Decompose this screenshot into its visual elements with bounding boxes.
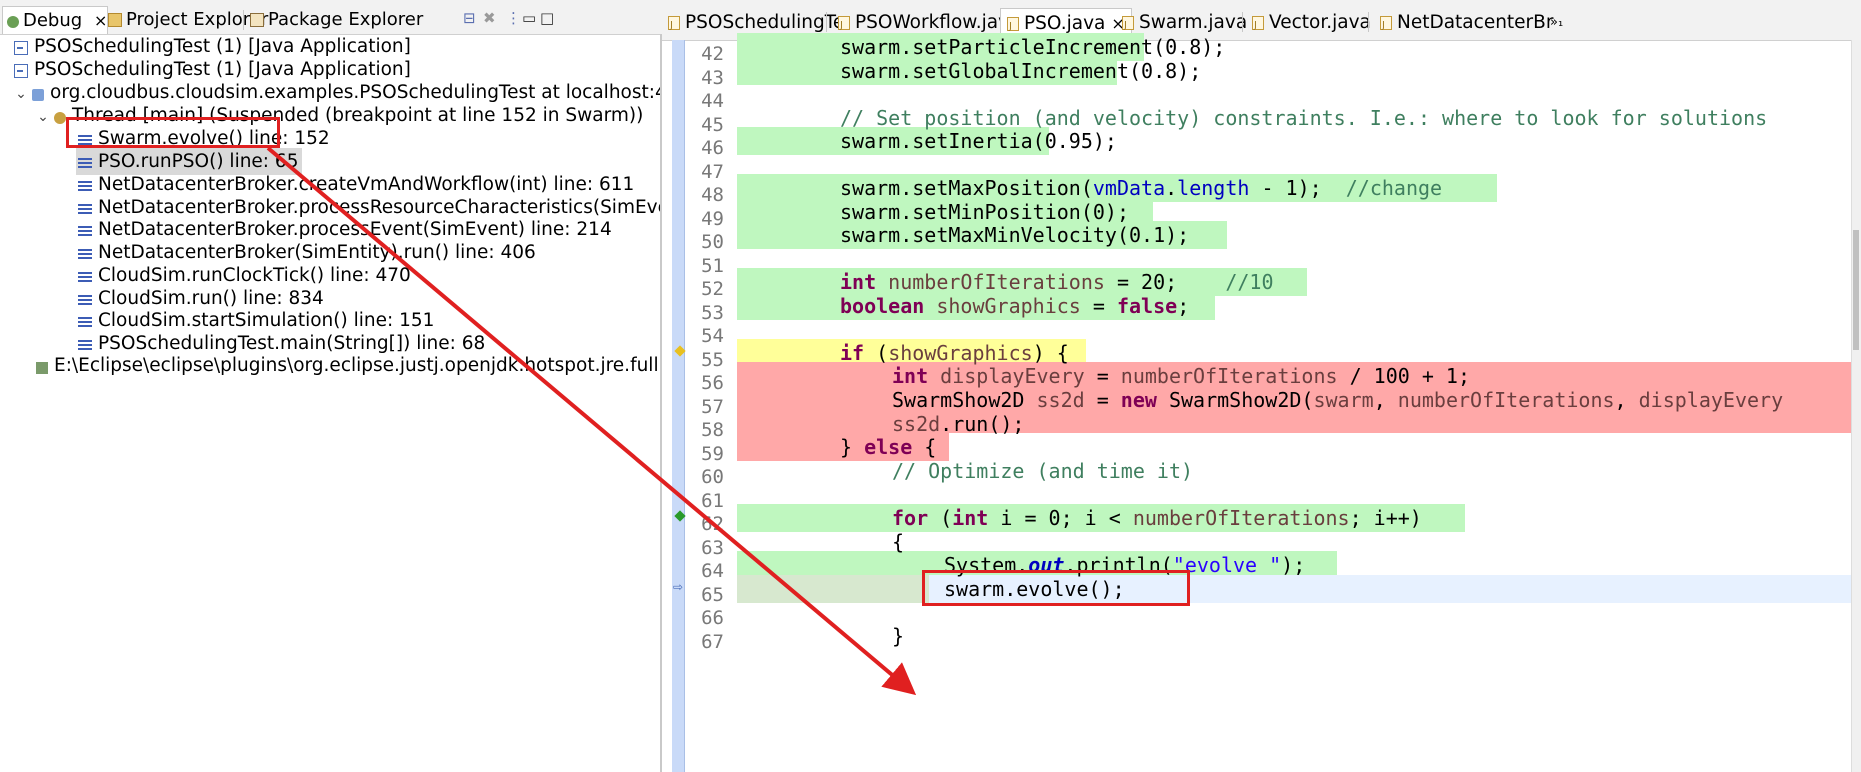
annotation-arrow (266, 146, 917, 696)
arrow-line (266, 146, 917, 696)
